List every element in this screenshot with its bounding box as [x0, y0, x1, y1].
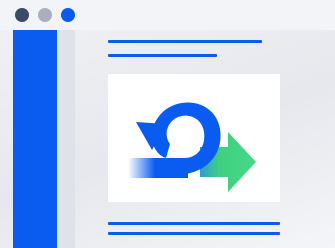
illustration-card: [108, 74, 280, 202]
loop-tail: [128, 158, 188, 178]
sidebar: [13, 30, 57, 248]
app-window: [0, 0, 335, 248]
text-line-placeholder: [108, 232, 280, 235]
text-line-placeholder: [108, 222, 280, 225]
window-control-zoom[interactable]: [61, 8, 75, 22]
window-control-close[interactable]: [15, 8, 29, 22]
loop-arrow-icon: [128, 102, 256, 192]
text-line-placeholder: [108, 54, 217, 57]
sidebar-divider: [57, 30, 75, 248]
window-control-minimize[interactable]: [38, 8, 52, 22]
text-line-placeholder: [108, 40, 262, 43]
title-bar: [0, 0, 335, 30]
